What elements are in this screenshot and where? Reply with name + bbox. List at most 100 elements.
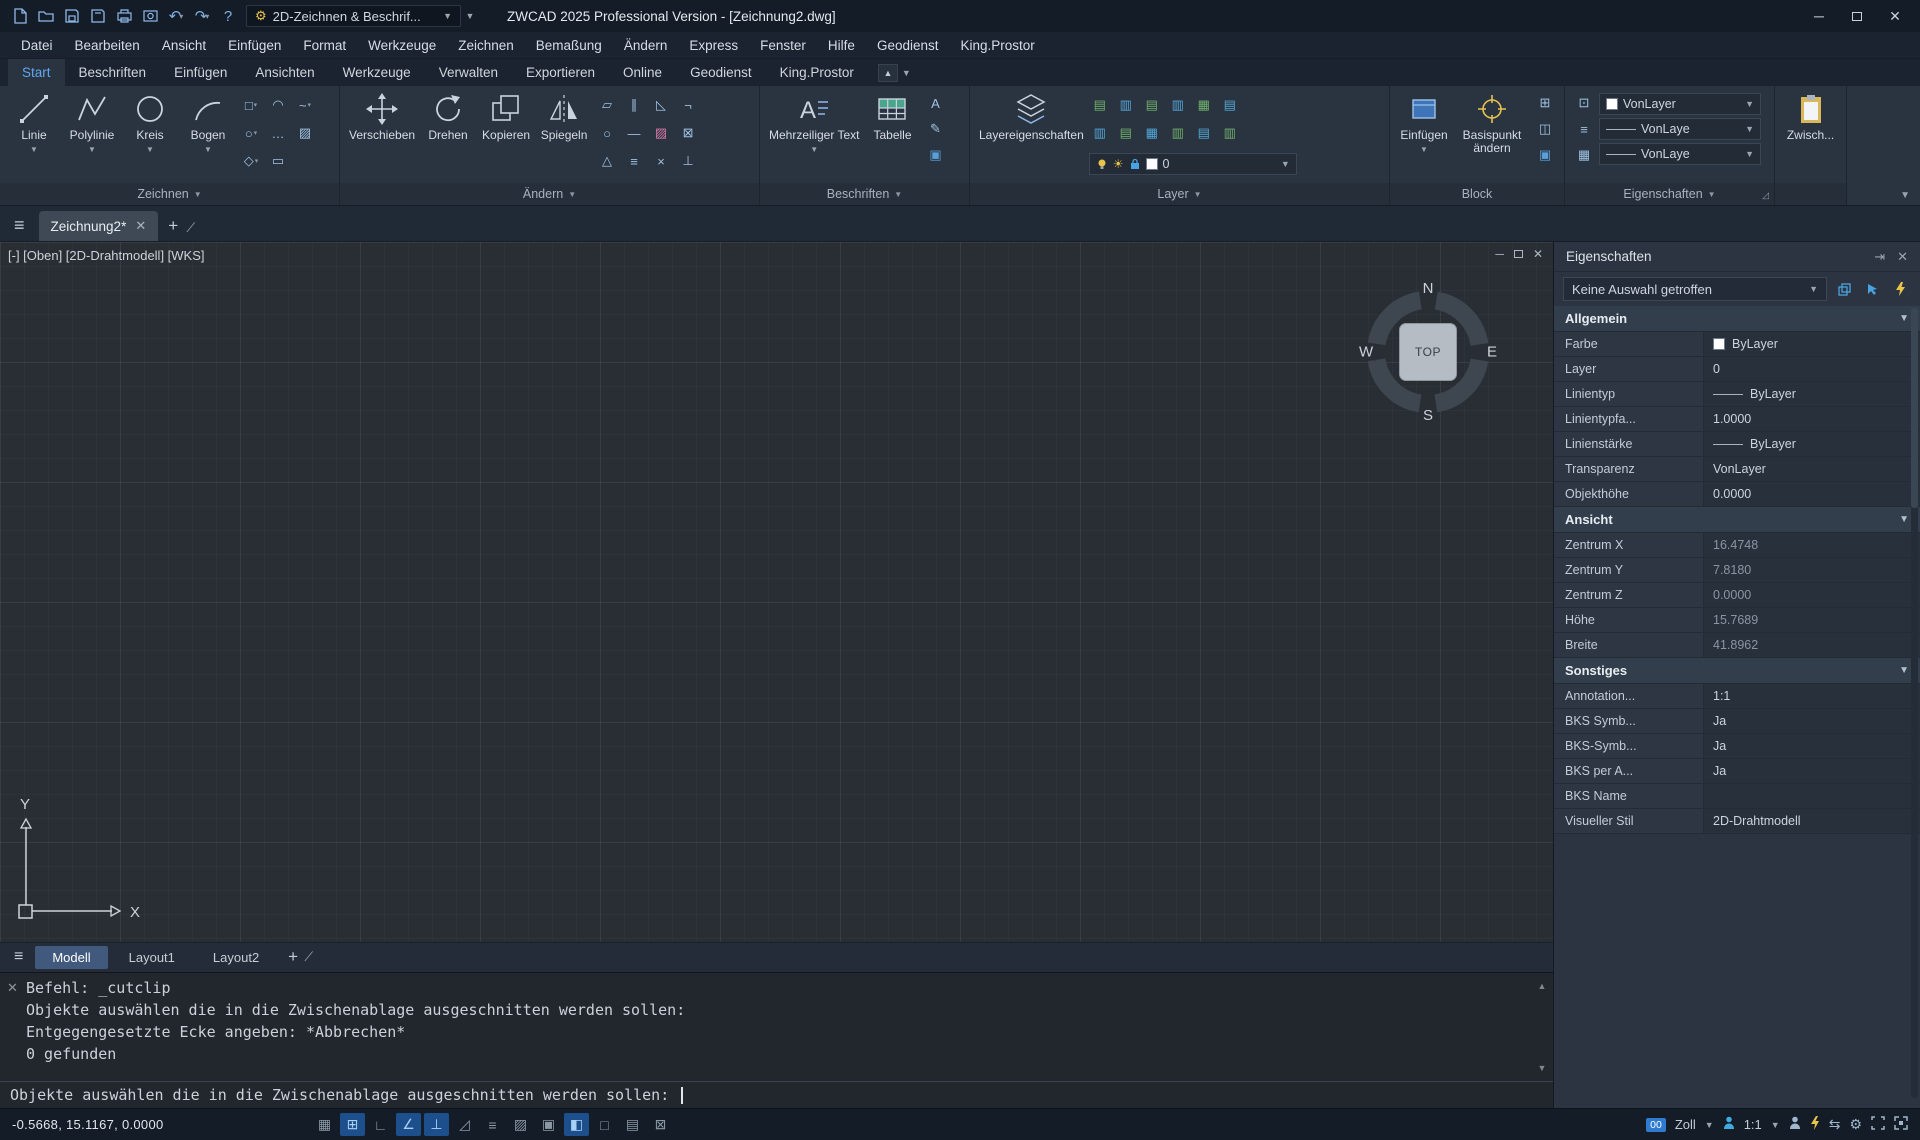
new-file-icon[interactable] [8,5,32,27]
select-objects-icon[interactable] [1861,278,1883,300]
ribbon-tab-beschriften[interactable]: Beschriften [65,59,161,86]
layout-pen-icon[interactable]: ∕ [306,948,312,967]
toggle-pickadd-icon[interactable] [1833,278,1855,300]
view-cube-top-face[interactable]: TOP [1399,323,1457,381]
menu-item-datei[interactable]: Datei [10,32,64,59]
layer-on-icon[interactable]: ▤ [1089,94,1111,116]
layer-prev-icon[interactable]: ▤ [1219,94,1241,116]
ribbon-tab-werkzeuge[interactable]: Werkzeuge [329,59,425,86]
undo-icon[interactable]: ↶▾ [164,5,188,27]
menu-item-einfuegen[interactable]: Einfügen [217,32,292,59]
polar-toggle-icon[interactable]: ∠ [396,1113,421,1136]
stretch-icon[interactable]: ▱ [594,92,620,118]
layer-unlock-icon[interactable]: ▦ [1141,122,1163,144]
polyline-button[interactable]: Polylinie▼ [64,90,120,183]
arc-button[interactable]: Bogen▼ [180,90,236,183]
settings-gear-icon[interactable]: ⚙ [1849,1116,1862,1133]
layer-isolate-icon[interactable]: ▥ [1167,94,1189,116]
quick-select-icon[interactable] [1889,278,1911,300]
copy-button[interactable]: Kopieren [478,90,534,183]
plot-preview-icon[interactable] [138,5,162,27]
layer-properties-button[interactable]: Layereigenschaften [976,90,1087,183]
prop-row-bks-name[interactable]: BKS Name [1554,784,1920,809]
prop-row-visueller-stil[interactable]: Visueller Stil 2D-Drahtmodell [1554,809,1920,834]
layer-walk-icon[interactable]: ▤ [1193,122,1215,144]
transparency-toggle-icon[interactable]: ▨ [508,1113,533,1136]
menu-item-geodienst[interactable]: Geodienst [866,32,950,59]
ribbon-more-icon[interactable]: ▼ [1900,190,1910,201]
polygon-icon[interactable]: ◇▾ [238,148,264,174]
hardware-accel-toggle-icon[interactable]: ⊠ [648,1113,673,1136]
properties-scrollbar[interactable] [1911,308,1918,1098]
menu-item-hilfe[interactable]: Hilfe [817,32,866,59]
prop-row-bks-symb-2[interactable]: BKS-Symb... Ja [1554,734,1920,759]
layer-thaw-icon[interactable]: ▤ [1115,122,1137,144]
compass-north[interactable]: N [1420,280,1437,297]
eigenschaften-group-label[interactable]: Eigenschaften▼ ◿ [1565,183,1774,205]
layout-tab-layout1[interactable]: Layout1 [112,946,192,969]
zeichnen-group-label[interactable]: Zeichnen▼ [0,183,339,205]
new-layout-button[interactable]: + [280,947,302,969]
table-button[interactable]: Tabelle [864,90,920,183]
snap-toggle-icon[interactable]: ⊞ [340,1113,365,1136]
hatch-icon[interactable]: ▨ [292,120,318,146]
workspace-switcher[interactable]: ⚙ 2D-Zeichnen & Beschrif... ▼ [246,5,461,27]
print-icon[interactable] [112,5,136,27]
ribbon-collapse-icon[interactable]: ▲ [878,64,898,82]
layer-group-label[interactable]: Layer▼ [970,183,1389,205]
workspace-switch-icon[interactable]: ⇆ [1829,1116,1841,1133]
section-ansicht[interactable]: Ansicht▼ [1554,507,1920,533]
menu-item-bearbeiten[interactable]: Bearbeiten [64,32,151,59]
break-icon[interactable]: × [648,148,674,174]
menu-item-zeichnen[interactable]: Zeichnen [447,32,525,59]
prop-row-bks-symb-1[interactable]: BKS Symb... Ja [1554,709,1920,734]
menu-item-bemassung[interactable]: Bemaßung [525,32,613,59]
panel-close-icon[interactable]: ✕ [1897,249,1908,265]
mdi-minimize-icon[interactable]: ─ [1495,247,1504,261]
clipboard-button[interactable]: Zwisch... [1783,90,1839,183]
document-tab[interactable]: Zeichnung2* ✕ [39,211,159,241]
block-group-label[interactable]: Block [1390,183,1564,205]
dynamic-input-toggle-icon[interactable]: ▣ [536,1113,561,1136]
prop-row-objekthoehe[interactable]: Objekthöhe 0.0000 [1554,482,1920,507]
ribbon-options-icon[interactable]: ▼ [902,68,911,78]
panel-dock-icon[interactable]: ⇥ [1874,249,1885,265]
dynamic-ucs-toggle-icon[interactable]: □ [592,1113,617,1136]
help-icon[interactable]: ? [216,5,240,27]
fullscreen-icon[interactable] [1894,1116,1908,1133]
layer-match-icon[interactable]: ▦ [1193,94,1215,116]
mdi-restore-icon[interactable] [1514,250,1523,258]
new-doc-tab-button[interactable]: + [164,216,182,241]
compass-west[interactable]: W [1356,344,1376,361]
fillet-icon[interactable]: ◺ [648,92,674,118]
block-edit-icon[interactable]: ⊞ [1534,92,1556,114]
circle-button[interactable]: Kreis▼ [122,90,178,183]
layer-lock-icon[interactable]: ▤ [1141,94,1163,116]
prop-row-annotation[interactable]: Annotation... 1:1 [1554,684,1920,709]
command-scrollbar[interactable]: ▲ ▼ [1535,975,1549,1079]
annotation-visibility-icon[interactable] [1789,1116,1801,1133]
prop-row-hoehe[interactable]: Höhe 15.7689 [1554,608,1920,633]
layout-tab-layout2[interactable]: Layout2 [196,946,276,969]
prop-row-zentrum-z[interactable]: Zentrum Z 0.0000 [1554,583,1920,608]
section-sonstiges[interactable]: Sonstiges▼ [1554,658,1920,684]
compass-south[interactable]: S [1420,407,1436,424]
rotate-button[interactable]: Drehen [420,90,476,183]
ellipse-icon[interactable]: ○▾ [238,120,264,146]
annotation-scale-dropdown[interactable]: 1:1 [1744,1117,1762,1132]
layer-dropdown[interactable]: ☀ 0 ▼ [1089,153,1297,175]
command-close-icon[interactable]: ✕ [7,977,18,999]
prop-row-linientypfaktor[interactable]: Linientypfa... 1.0000 [1554,407,1920,432]
dialog-launcher-icon[interactable]: ◿ [1762,190,1769,201]
color-dropdown[interactable]: VonLayer ▼ [1599,93,1761,115]
compass-east[interactable]: E [1484,344,1500,361]
prop-row-linienstaerke[interactable]: Linienstärke ByLayer [1554,432,1920,457]
insert-block-button[interactable]: Einfügen▼ [1396,90,1452,183]
lineweight-toggle-icon[interactable]: ≡ [480,1113,505,1136]
menu-item-aendern[interactable]: Ändern [613,32,679,59]
ribbon-tab-verwalten[interactable]: Verwalten [425,59,512,86]
layout-tab-modell[interactable]: Modell [35,946,107,969]
explode-icon[interactable]: ⊠ [675,120,701,146]
lineweight-dropdown[interactable]: VonLaye ▼ [1599,143,1761,165]
erase-icon pink[interactable]: ▨ [648,120,674,146]
